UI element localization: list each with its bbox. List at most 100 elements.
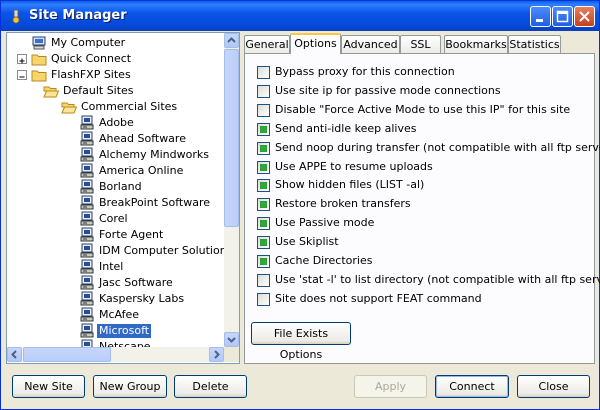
server-icon [79,147,95,163]
expand-icon[interactable] [17,54,27,64]
checkbox-check-mark [260,258,267,265]
option-label: Restore broken transfers [275,197,411,211]
collapse-icon[interactable] [17,70,27,80]
option-checkbox[interactable] [257,292,270,306]
tree-item-label: FlashFXP Sites [51,68,131,81]
tab-general[interactable]: General [244,35,290,53]
option-checkbox[interactable] [257,198,270,212]
tree-item-label: Corel [99,212,128,225]
checkbox-check-mark [260,201,267,209]
tree-item-label: Alchemy Mindworks [99,148,209,161]
arrow-down-icon [227,337,236,343]
tab-options[interactable]: Options [290,33,341,54]
tab-statistics[interactable]: Statistics [508,35,561,53]
tab-bookmarks[interactable]: Bookmarks [444,35,508,53]
close-icon [579,11,590,22]
minimize-button[interactable] [530,6,551,27]
close-window-button[interactable] [574,6,595,27]
maximize-button[interactable] [552,6,573,27]
option-checkbox[interactable] [257,217,270,231]
server-icon [79,323,95,339]
site-tree[interactable]: My Computer Quick Connect FlashFXP Sites De… [6,32,240,364]
delete-button[interactable]: Delete [174,375,247,398]
option-checkbox[interactable] [257,122,270,136]
option-label: Use 'stat -l' to list directory (not com… [275,272,600,286]
checkbox-check-mark [260,125,267,133]
tab-advanced[interactable]: Advanced [341,35,400,53]
tree-vertical-scrollbar[interactable] [224,33,239,347]
tree-item-label: Intel [99,260,124,273]
tree-item-label: IDM Computer Solutions [99,244,233,257]
option-checkbox[interactable] [257,66,270,79]
tree-item-label: Microsoft [97,324,152,338]
tree-horizontal-scrollbar[interactable] [7,347,224,362]
tree-item-label: America Online [99,164,184,177]
option-checkbox[interactable] [257,236,270,250]
server-icon [79,179,95,195]
option-checkbox[interactable] [257,179,270,193]
tree-item-label: Jasc Software [99,276,173,289]
checkbox-check-mark [260,144,267,152]
server-icon [79,307,95,323]
computer-icon [31,35,47,51]
scroll-left-button[interactable] [7,347,22,362]
arrow-up-icon [227,37,236,43]
title-bar[interactable]: Site Manager [1,1,599,31]
tree-item-label: Adobe [99,116,134,129]
server-icon [79,243,95,259]
tree-item-label: My Computer [51,36,126,49]
new-group-button[interactable]: New Group [93,375,167,398]
window-title: Site Manager [29,8,127,23]
option-checkbox[interactable] [257,273,270,287]
tree-item-label: Commercial Sites [81,100,178,113]
checkbox-check-mark [260,163,267,171]
server-icon [79,259,95,275]
folder-icon [31,51,47,67]
option-label: Send noop during transfer (not compatibl… [275,140,600,154]
scrollbar-corner [224,347,239,362]
option-label: Site does not support FEAT command [275,291,482,305]
scroll-right-button[interactable] [209,347,224,362]
tree-item-label: Borland [99,180,142,193]
scroll-up-button[interactable] [224,33,239,48]
tree-item-label: Quick Connect [51,52,132,65]
scroll-down-button[interactable] [224,332,239,347]
new-site-button[interactable]: New Site [12,375,85,398]
option-checkbox[interactable] [257,160,270,174]
server-icon [79,195,95,211]
tree-item-label: Forte Agent [99,228,164,241]
tree-vertical-scroll-thumb[interactable] [224,49,239,227]
folder-open-icon [61,99,78,115]
tab-ssl[interactable]: SSL [400,35,441,53]
server-icon [79,227,95,243]
tree-item-label: Ahead Software [99,132,186,145]
option-checkbox[interactable] [257,103,270,117]
server-icon [79,163,95,179]
site-manager-window: Site Manager My Computer Quick Connect Fla… [0,0,600,410]
tree-item-label: Default Sites [63,84,134,97]
apply-button[interactable]: Apply [354,375,427,398]
maximize-icon [556,10,569,23]
server-icon [79,275,95,291]
option-checkbox[interactable] [257,84,270,98]
server-icon [79,291,95,307]
arrow-right-icon [214,350,220,359]
option-checkbox[interactable] [257,255,270,268]
tree-horizontal-scroll-thumb[interactable] [23,347,111,362]
server-icon [79,131,95,147]
option-label: Disable "Force Active Mode to use this I… [275,102,571,116]
server-icon [79,211,95,227]
checkbox-check-mark [260,220,267,228]
close-button[interactable]: Close [517,375,590,398]
options-tab-page: Bypass proxy for this connection Use site… [244,53,600,364]
server-icon [79,115,95,131]
app-icon [12,9,20,24]
tree-item-label: BreakPoint Software [99,196,211,209]
option-label: Use Passive mode [275,216,375,230]
option-label: Bypass proxy for this connection [275,65,455,78]
file-exists-options-button[interactable]: File Exists Options [251,322,351,361]
connect-button[interactable]: Connect [435,375,509,398]
option-label: Use site ip for passive mode connections [275,83,501,97]
option-checkbox[interactable] [257,141,270,155]
folder-icon [31,67,47,83]
